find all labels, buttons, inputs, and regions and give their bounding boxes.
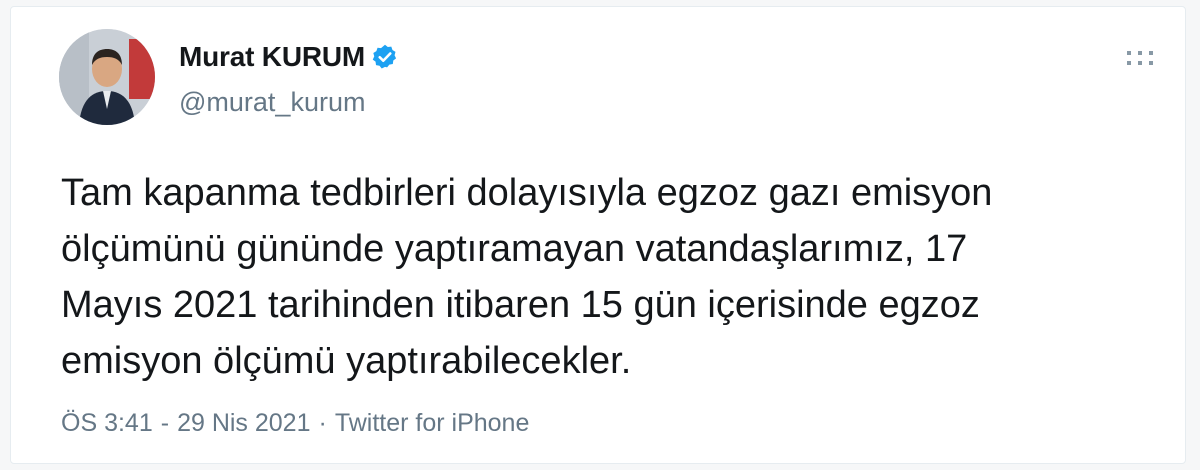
meta-dash: - [160,409,170,437]
more-dots-icon[interactable] [1123,45,1157,71]
user-avatar-photo-icon [59,29,155,125]
verified-badge-icon [371,43,399,71]
tweet-meta: ÖS 3:41 - 29 Nis 2021 · Twitter for iPho… [61,409,529,438]
tweet-time[interactable]: ÖS 3:41 [61,409,153,438]
tweet-text: Tam kapanma tedbirleri dolayısıyla egzoz… [61,172,993,382]
author-name-row: Murat KURUM [179,41,399,73]
author-handle[interactable]: @murat_kurum [179,87,365,118]
tweet-card: Murat KURUM @murat_kurum Tam kapanma ted… [10,6,1186,464]
tweet-date[interactable]: 29 Nis 2021 [177,409,310,438]
author-display-name[interactable]: Murat KURUM [179,41,365,73]
author-avatar[interactable] [59,29,155,125]
tweet-source-link[interactable]: Twitter for iPhone [335,409,530,438]
meta-separator: · [318,409,327,437]
